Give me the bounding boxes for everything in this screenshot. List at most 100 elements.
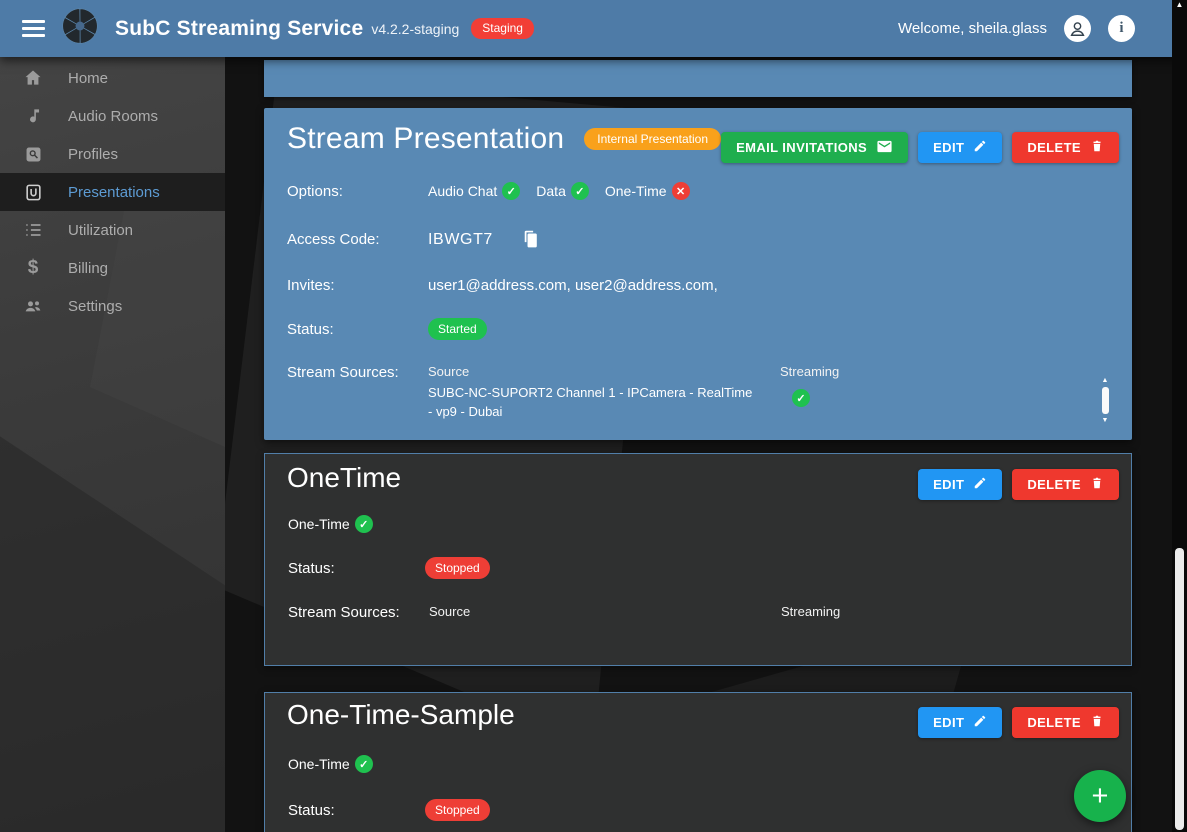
card-title: One-Time-Sample <box>287 699 515 731</box>
status-label: Status: <box>288 802 425 819</box>
source-column-header: Source <box>429 604 781 621</box>
option-data: Data ✓ <box>536 182 589 200</box>
app-root: SubC Streaming Service v4.2.2-staging St… <box>0 0 1187 832</box>
edit-button[interactable]: EDIT <box>918 469 1002 500</box>
header-left: SubC Streaming Service v4.2.2-staging St… <box>22 7 898 50</box>
source-name: SUBC-NC-SUPORT2 Channel 1 - IPCamera - R… <box>428 384 760 422</box>
page-scrollbar-thumb[interactable] <box>1175 548 1184 830</box>
streaming-column: Streaming ✓ <box>780 364 839 407</box>
dollar-icon: $ <box>21 256 45 280</box>
status-badge: Stopped <box>425 557 490 579</box>
add-presentation-button[interactable]: + <box>1074 770 1126 822</box>
option-audio-chat: Audio Chat ✓ <box>428 182 520 200</box>
image-search-icon <box>21 142 45 166</box>
aperture-logo-icon <box>61 7 99 50</box>
page-scrollbar[interactable]: ▲ <box>1172 0 1187 832</box>
presentation-card-onetime: OneTime EDIT DELETE One-Time ✓ <box>264 453 1132 666</box>
status-row: Status: Started <box>287 318 487 340</box>
presentation-card-stream: Stream Presentation Internal Presentatio… <box>264 108 1132 440</box>
app-version: v4.2.2-staging <box>371 21 459 37</box>
sources-scrollbar-thumb[interactable] <box>1102 387 1109 414</box>
x-icon: ✕ <box>672 182 690 200</box>
sidebar-item-label: Billing <box>68 260 108 277</box>
sidebar-item-home[interactable]: Home <box>0 59 225 97</box>
sidebar-item-settings[interactable]: Settings <box>0 287 225 325</box>
list-icon <box>21 218 45 242</box>
email-invitations-button[interactable]: EMAIL INVITATIONS <box>721 132 908 163</box>
one-time-flag: One-Time ✓ <box>288 755 373 773</box>
app-title: SubC Streaming Service <box>115 17 363 41</box>
scroll-up-icon[interactable]: ▲ <box>1172 1 1187 9</box>
previous-card-partial <box>264 60 1132 97</box>
source-column: Source SUBC-NC-SUPORT2 Channel 1 - IPCam… <box>428 364 780 422</box>
sidebar-item-label: Audio Rooms <box>68 108 158 125</box>
welcome-text: Welcome, sheila.glass <box>898 20 1047 37</box>
check-icon: ✓ <box>502 182 520 200</box>
delete-trash-icon <box>1090 714 1104 731</box>
delete-trash-icon <box>1090 476 1104 493</box>
delete-button[interactable]: DELETE <box>1012 132 1119 163</box>
stream-sources-row: Stream Sources: Source SUBC-NC-SUPORT2 C… <box>287 364 839 422</box>
menu-icon[interactable] <box>22 20 45 37</box>
edit-button[interactable]: EDIT <box>918 132 1002 163</box>
streaming-column-header: Streaming <box>780 364 839 379</box>
presentation-card-sample: One-Time-Sample EDIT DELETE One-Time <box>264 692 1132 832</box>
card-title-row: Stream Presentation Internal Presentatio… <box>287 122 721 156</box>
invites-value: user1@address.com, user2@address.com, <box>428 277 718 294</box>
delete-button[interactable]: DELETE <box>1012 469 1119 500</box>
status-label: Status: <box>287 321 428 338</box>
card-actions: EDIT DELETE <box>918 469 1119 500</box>
streaming-column-header: Streaming <box>781 604 840 621</box>
edit-button[interactable]: EDIT <box>918 707 1002 738</box>
header-right: Welcome, sheila.glass i <box>898 15 1135 42</box>
sidebar-item-label: Presentations <box>68 184 160 201</box>
options-row: Options: Audio Chat ✓ Data ✓ One-Time ✕ <box>287 182 706 200</box>
people-icon <box>21 294 45 318</box>
sidebar-nav: Home Audio Rooms Profiles <box>0 57 225 325</box>
sidebar-item-presentations[interactable]: Presentations <box>0 173 225 211</box>
edit-pencil-icon <box>973 139 987 156</box>
sidebar-item-label: Profiles <box>68 146 118 163</box>
plus-icon: + <box>1092 782 1109 811</box>
attachment-icon <box>21 180 45 204</box>
check-icon: ✓ <box>355 755 373 773</box>
invites-row: Invites: user1@address.com, user2@addres… <box>287 277 718 294</box>
status-badge: Stopped <box>425 799 490 821</box>
sources-scrollbar[interactable]: ▲ ▼ <box>1099 377 1111 424</box>
copy-icon[interactable] <box>520 229 541 250</box>
card-actions: EMAIL INVITATIONS EDIT DELETE <box>721 132 1119 163</box>
check-icon: ✓ <box>355 515 373 533</box>
status-row: Status: Stopped <box>288 557 490 579</box>
sidebar-item-billing[interactable]: $ Billing <box>0 249 225 287</box>
sidebar-item-label: Settings <box>68 298 122 315</box>
edit-pencil-icon <box>973 476 987 493</box>
delete-button[interactable]: DELETE <box>1012 707 1119 738</box>
card-actions: EDIT DELETE <box>918 707 1119 738</box>
sidebar-item-utilization[interactable]: Utilization <box>0 211 225 249</box>
account-icon[interactable] <box>1064 15 1091 42</box>
stream-sources-row: Stream Sources: Source Streaming <box>288 604 840 621</box>
scroll-down-icon[interactable]: ▼ <box>1102 417 1109 424</box>
stream-sources-label: Stream Sources: <box>287 364 428 381</box>
internal-presentation-badge: Internal Presentation <box>584 128 721 150</box>
access-code-row: Access Code: IBWGT7 <box>287 229 541 250</box>
status-row: Status: Stopped <box>288 799 490 821</box>
card-title: OneTime <box>287 462 401 494</box>
sidebar-item-label: Home <box>68 70 108 87</box>
check-icon: ✓ <box>792 389 810 407</box>
sidebar: Home Audio Rooms Profiles <box>0 57 225 832</box>
scroll-up-icon[interactable]: ▲ <box>1102 377 1109 384</box>
access-code-label: Access Code: <box>287 231 428 248</box>
option-one-time: One-Time ✕ <box>605 182 690 200</box>
staging-badge: Staging <box>471 18 534 40</box>
info-icon[interactable]: i <box>1108 15 1135 42</box>
one-time-flag: One-Time ✓ <box>288 515 373 533</box>
access-code-value: IBWGT7 <box>428 231 493 249</box>
status-badge: Started <box>428 318 487 340</box>
card-title: Stream Presentation <box>287 122 564 156</box>
sidebar-item-profiles[interactable]: Profiles <box>0 135 225 173</box>
status-label: Status: <box>288 560 425 577</box>
main-content: Stream Presentation Internal Presentatio… <box>225 57 1187 832</box>
sidebar-item-audio-rooms[interactable]: Audio Rooms <box>0 97 225 135</box>
check-icon: ✓ <box>571 182 589 200</box>
